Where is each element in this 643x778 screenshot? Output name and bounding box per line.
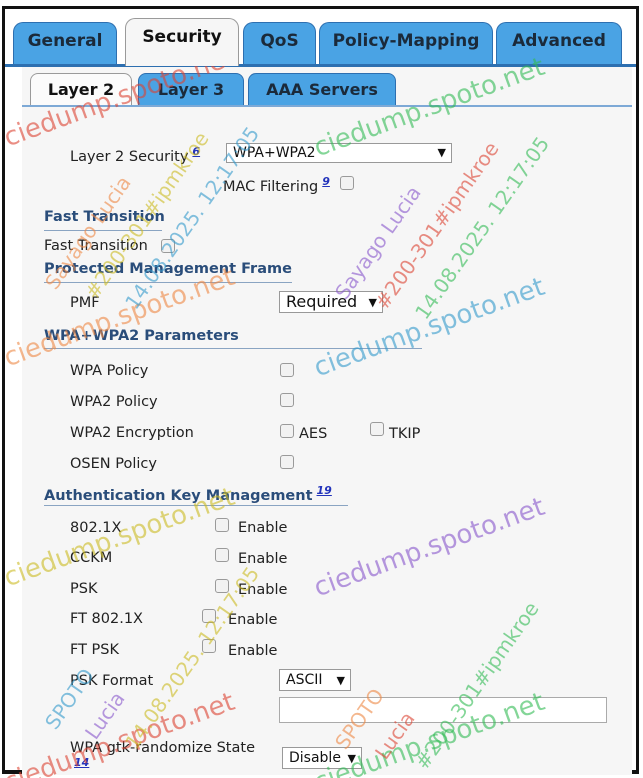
- chevron-down-icon: ▼: [336, 674, 345, 687]
- fast-transition-checkbox[interactable]: [161, 239, 175, 253]
- akm-row-label: CCKM: [70, 550, 113, 566]
- pmf-heading: Protected Management Frame: [44, 261, 292, 277]
- mac-filtering-label: MAC Filtering 9: [223, 175, 330, 195]
- section-divider: [44, 348, 422, 349]
- pmf-label: PMF: [70, 295, 100, 311]
- osen-policy-label: OSEN Policy: [70, 456, 157, 472]
- akm-ft-psk-checkbox[interactable]: [202, 639, 216, 653]
- layer2-security-select[interactable]: WPA+WPA2 ▼: [226, 143, 452, 163]
- akm-cckm-checkbox[interactable]: [215, 548, 229, 562]
- section-divider: [44, 282, 292, 283]
- pmf-select[interactable]: Required ▼: [279, 291, 383, 313]
- aes-label: AES: [299, 426, 328, 442]
- chevron-down-icon: ▼: [368, 296, 377, 309]
- akm-enable-label: Enable: [238, 551, 288, 567]
- wlan-edit-window: General Security QoS Policy-Mapping Adva…: [2, 6, 639, 775]
- main-tab-bar: General Security QoS Policy-Mapping Adva…: [5, 18, 636, 66]
- wpa-policy-checkbox[interactable]: [280, 363, 294, 377]
- subtab-aaa-servers[interactable]: AAA Servers: [248, 73, 396, 106]
- wpa2-encryption-label: WPA2 Encryption: [70, 425, 194, 441]
- akm-psk-checkbox[interactable]: [215, 579, 229, 593]
- akm-row-label: PSK: [70, 581, 98, 597]
- fast-transition-heading: Fast Transition: [44, 209, 165, 225]
- aes-checkbox[interactable]: [280, 424, 294, 438]
- mac-filtering-help-link[interactable]: 9: [322, 175, 330, 188]
- security-panel: Layer 2 Layer 3 AAA Servers Layer 2 Secu…: [22, 67, 632, 775]
- akm-row-label: FT PSK: [70, 642, 120, 658]
- chevron-down-icon: ▼: [347, 752, 356, 765]
- section-divider: [44, 230, 162, 231]
- akm-enable-label: Enable: [238, 582, 288, 598]
- wpa2-policy-label: WPA2 Policy: [70, 394, 158, 410]
- akm-enable-label: Enable: [228, 643, 278, 659]
- layer2-security-label: Layer 2 Security 6: [70, 145, 201, 165]
- mac-filtering-checkbox[interactable]: [340, 176, 354, 190]
- gtk-randomize-select[interactable]: Disable ▼: [282, 747, 362, 769]
- gtk-randomize-label: WPA gtk-randomize State: [70, 740, 255, 756]
- psk-format-select[interactable]: ASCII ▼: [279, 669, 351, 691]
- akm-help-link[interactable]: 19: [317, 484, 332, 497]
- wpa-params-heading: WPA+WPA2 Parameters: [44, 328, 239, 344]
- tab-security[interactable]: Security: [125, 18, 239, 66]
- chevron-down-icon: ▼: [437, 146, 446, 159]
- akm-ft-802-1x-checkbox[interactable]: [202, 609, 216, 623]
- wpa-policy-label: WPA Policy: [70, 363, 149, 379]
- osen-policy-checkbox[interactable]: [280, 455, 294, 469]
- akm-802-1x-checkbox[interactable]: [215, 518, 229, 532]
- gtk-help-link[interactable]: 14: [74, 756, 89, 769]
- fast-transition-label: Fast Transition: [44, 238, 148, 254]
- akm-row-label: 802.1X: [70, 520, 122, 536]
- akm-row-label: FT 802.1X: [70, 611, 143, 627]
- tab-general[interactable]: General: [13, 22, 117, 66]
- section-divider: [44, 505, 348, 506]
- layer2-security-help-link[interactable]: 6: [192, 145, 200, 158]
- tab-policy-mapping[interactable]: Policy-Mapping: [319, 22, 493, 66]
- tkip-checkbox[interactable]: [370, 422, 384, 436]
- subtab-layer2[interactable]: Layer 2: [30, 73, 132, 106]
- psk-format-label: PSK Format: [70, 673, 154, 689]
- akm-enable-label: Enable: [238, 520, 288, 536]
- wpa2-policy-checkbox[interactable]: [280, 393, 294, 407]
- akm-enable-label: Enable: [228, 612, 278, 628]
- tkip-label: TKIP: [389, 426, 421, 442]
- subtab-divider: [22, 105, 632, 107]
- tab-qos[interactable]: QoS: [243, 22, 316, 66]
- subtab-layer3[interactable]: Layer 3: [138, 73, 244, 106]
- akm-heading: Authentication Key Management 19: [44, 484, 332, 504]
- tab-advanced[interactable]: Advanced: [496, 22, 622, 66]
- psk-key-input[interactable]: [279, 697, 607, 723]
